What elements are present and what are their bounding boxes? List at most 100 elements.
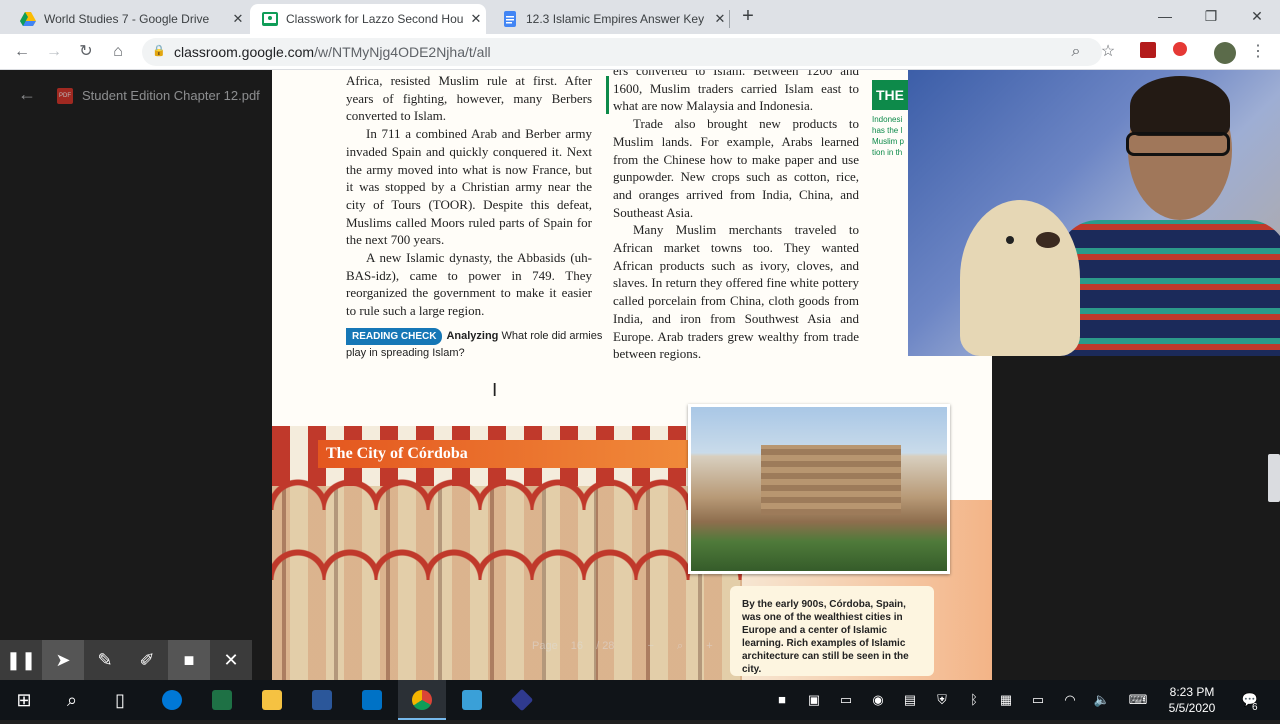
outlook-icon[interactable] xyxy=(348,680,396,720)
home-icon[interactable]: ⌂ xyxy=(108,42,128,62)
app-tray-icon[interactable]: ▦ xyxy=(990,680,1022,720)
chrome-icon[interactable] xyxy=(398,680,446,720)
pen-icon[interactable]: ✎ xyxy=(84,640,126,680)
notifications-icon[interactable]: 💬 xyxy=(1234,680,1266,720)
forward-icon[interactable]: → xyxy=(44,42,64,62)
page-total: / 28 xyxy=(596,640,615,652)
new-tab-button[interactable]: + xyxy=(738,6,758,26)
bookmark-star-icon[interactable]: ☆ xyxy=(1098,42,1118,62)
outlook-tray-icon[interactable]: ▣ xyxy=(798,680,830,720)
photo-image xyxy=(691,407,947,571)
chrome-tray-icon[interactable]: ◉ xyxy=(862,680,894,720)
person-sweater xyxy=(1058,220,1280,356)
cordoba-heading: The City of Córdoba xyxy=(318,440,688,468)
viewer-back-icon[interactable]: ← xyxy=(18,84,36,105)
excel-icon[interactable] xyxy=(198,680,246,720)
minimize-button[interactable]: — xyxy=(1150,4,1180,28)
pdf-file-name: Student Edition Chapter 12.pdf xyxy=(82,88,260,103)
paragraph: ers converted to Islam. Between 1200 and… xyxy=(613,70,859,114)
paragraph: Many Muslim merchants traveled to Africa… xyxy=(613,222,859,362)
paragraph: Trade also brought new products to Musli… xyxy=(613,116,859,220)
close-tab-icon[interactable]: ✕ xyxy=(228,11,248,27)
paragraph: In 711 a combined Arab and Berber army i… xyxy=(346,126,592,248)
zoom-icon[interactable]: ⌕ xyxy=(677,640,683,652)
paragraph: Africa, resisted Muslim rule at first. A… xyxy=(346,73,592,124)
close-tab-icon[interactable]: ✕ xyxy=(466,11,486,27)
search-icon[interactable]: ⌕ xyxy=(48,680,96,720)
profile-avatar[interactable] xyxy=(1214,42,1236,64)
reading-check-tag: READING CHECK xyxy=(346,328,443,345)
webcam-overlay[interactable] xyxy=(908,70,1280,356)
screencast-extension-icon[interactable] xyxy=(1170,42,1190,62)
tab-google-docs[interactable]: 12.3 Islamic Empires Answer Key ✕ xyxy=(490,4,730,34)
pdf-file-icon: PDF xyxy=(57,88,73,104)
file-explorer-icon[interactable] xyxy=(248,680,296,720)
left-column: Africa, resisted Muslim rule at first. A… xyxy=(346,72,592,320)
google-classroom-icon xyxy=(262,12,278,26)
zoom-out-icon[interactable]: − xyxy=(648,640,654,652)
annotation-toolbar: ❚❚ ➤ ✎ ✐ ■ ✕ xyxy=(0,640,252,680)
monitor-tray-icon[interactable]: ▭ xyxy=(830,680,862,720)
tab-title: Classwork for Lazzo Second Hou xyxy=(286,12,464,26)
page-label: Page xyxy=(532,640,558,652)
camera-icon[interactable]: ■ xyxy=(168,640,210,680)
url-path: /w/NTMyNjg4ODE2Njha/t/all xyxy=(314,44,491,60)
paragraph: A new Islamic dynasty, the Abbasids (uh-… xyxy=(346,250,592,319)
screencast-app-icon[interactable] xyxy=(498,680,546,720)
edge-icon[interactable] xyxy=(148,680,196,720)
arch-row xyxy=(272,540,742,580)
word-tray-icon[interactable]: ▤ xyxy=(894,680,926,720)
right-column: ers converted to Islam. Between 1200 and… xyxy=(613,70,859,363)
puppet-nose xyxy=(1036,232,1060,248)
close-tab-icon[interactable]: ✕ xyxy=(710,11,730,27)
task-view-icon[interactable]: ▯ xyxy=(96,680,144,720)
volume-icon[interactable]: 🔈 xyxy=(1086,680,1118,720)
dog-puppet xyxy=(960,200,1080,356)
google-docs-icon xyxy=(504,11,516,27)
menu-icon[interactable]: ⋮ xyxy=(1248,42,1268,62)
word-icon[interactable] xyxy=(298,680,346,720)
page-number-input[interactable]: 16 xyxy=(571,640,583,652)
back-icon[interactable]: ← xyxy=(12,42,32,62)
pause-icon[interactable]: ❚❚ xyxy=(0,640,42,680)
lock-icon: 🔒 xyxy=(152,45,166,57)
url-text: classroom.google.com/w/NTMyNjg4ODE2Njha/… xyxy=(174,44,491,60)
wifi-icon[interactable]: ◠ xyxy=(1054,680,1086,720)
pointer-icon[interactable]: ➤ xyxy=(42,640,84,680)
person-glasses xyxy=(1126,132,1230,156)
restore-button[interactable]: ❐ xyxy=(1196,4,1226,28)
page-controls: Page 16 / 28 − ⌕ + xyxy=(532,640,762,662)
google-drive-icon xyxy=(20,12,36,26)
url-host: classroom.google.com xyxy=(174,44,315,60)
pdf-page: Africa, resisted Muslim rule at first. A… xyxy=(272,70,992,680)
reload-icon[interactable]: ↻ xyxy=(76,42,96,62)
zoom-in-icon[interactable]: + xyxy=(706,640,712,652)
battery-icon[interactable]: ▭ xyxy=(1022,680,1054,720)
pdf-extension-icon[interactable] xyxy=(1138,42,1158,62)
notification-count: 6 xyxy=(1252,702,1258,713)
clock-date: 5/5/2020 xyxy=(1168,701,1216,715)
address-bar[interactable]: 🔒 classroom.google.com/w/NTMyNjg4ODE2Njh… xyxy=(142,38,1102,66)
close-window-button[interactable]: ✕ xyxy=(1242,4,1272,28)
tab-classroom[interactable]: Classwork for Lazzo Second Hou ✕ xyxy=(250,4,486,34)
highlight-bar xyxy=(606,76,609,114)
zoom-icon[interactable]: ⌕ xyxy=(1066,42,1086,62)
tab-google-drive[interactable]: World Studies 7 - Google Drive ✕ xyxy=(8,4,248,34)
reading-check-skill: Analyzing xyxy=(446,330,499,342)
impact-today-text: Indonesi has the l Muslim p tion in th xyxy=(872,115,905,157)
notes-app-icon[interactable] xyxy=(448,680,496,720)
highlighter-icon[interactable]: ✐ xyxy=(126,640,168,680)
windows-start-icon[interactable]: ⊞ xyxy=(0,680,48,720)
clock-time: 8:23 PM xyxy=(1169,685,1215,699)
tab-title: 12.3 Islamic Empires Answer Key xyxy=(526,12,705,26)
webcam-tray-icon[interactable]: ■ xyxy=(766,680,798,720)
bluetooth-icon[interactable]: ᛒ xyxy=(958,680,990,720)
keyboard-icon[interactable]: ⌨ xyxy=(1122,680,1154,720)
impact-today-box: THE IMPA TODA xyxy=(872,80,912,110)
taskbar-clock[interactable]: 8:23 PM 5/5/2020 xyxy=(1162,684,1222,716)
reading-check: READING CHECK Analyzing What role did arm… xyxy=(346,328,606,362)
scrollbar-thumb[interactable] xyxy=(1268,454,1280,502)
puppet-eye xyxy=(1006,236,1014,244)
close-toolbar-icon[interactable]: ✕ xyxy=(210,640,252,680)
security-tray-icon[interactable]: ⛨ xyxy=(926,680,958,720)
